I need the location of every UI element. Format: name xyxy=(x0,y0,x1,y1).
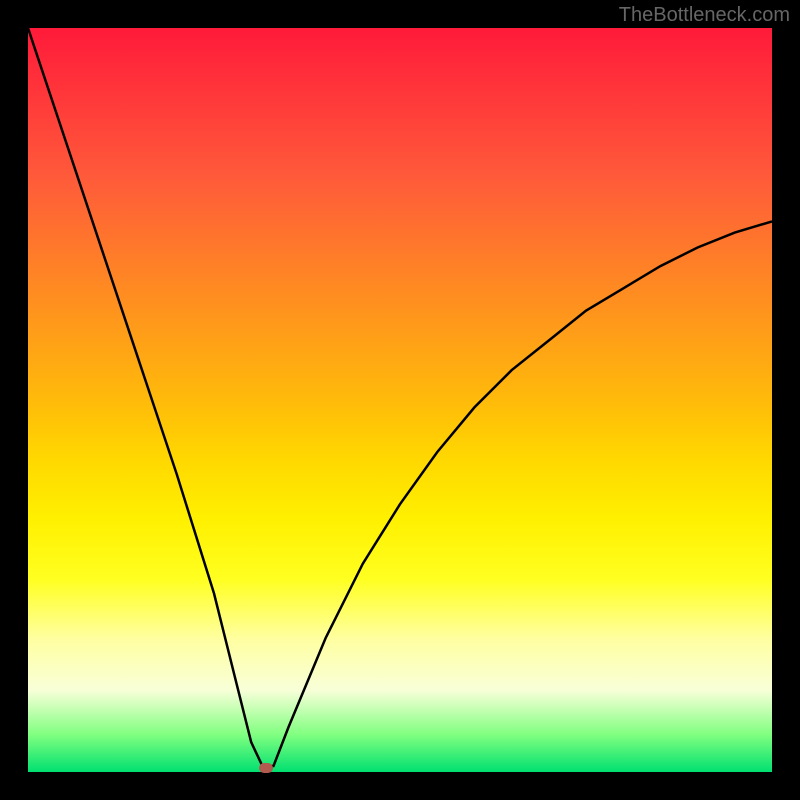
watermark-label: TheBottleneck.com xyxy=(619,4,790,27)
minimum-marker xyxy=(259,763,273,773)
bottleneck-curve xyxy=(28,28,772,772)
chart-plot-area xyxy=(28,28,772,772)
